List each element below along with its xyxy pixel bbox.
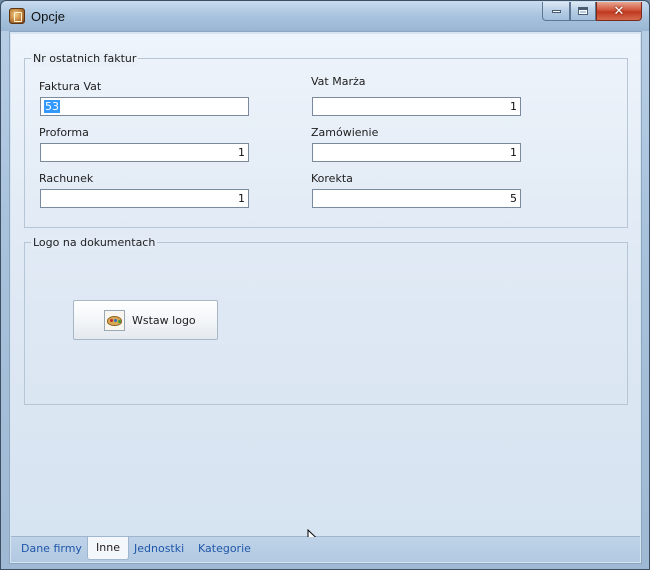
faktura-vat-label: Faktura Vat [39,80,102,93]
insert-logo-label: Wstaw logo [132,313,196,327]
faktura-vat-value: 53 [44,100,60,113]
faktura-vat-input[interactable]: 53 [40,97,249,116]
logo-group: Logo na dokumentach Wstaw logo [24,236,628,405]
invoice-numbers-legend: Nr ostatnich faktur [31,52,139,65]
proforma-label: Proforma [39,126,89,139]
tab-kategorie[interactable]: Kategorie [190,538,259,560]
zamowienie-label: Zamówienie [311,126,379,139]
zamowienie-input[interactable]: 1 [312,143,521,162]
palette-icon [104,310,125,331]
minimize-button[interactable] [542,2,570,21]
tab-inne[interactable]: Inne [87,537,129,560]
logo-legend: Logo na dokumentach [31,236,158,249]
invoice-numbers-group: Nr ostatnich faktur Faktura Vat 53 Vat M… [24,52,628,228]
rachunek-label: Rachunek [39,172,94,185]
maximize-button[interactable] [570,2,596,21]
palette-shape [107,315,122,326]
proforma-input[interactable]: 1 [40,143,249,162]
close-button[interactable]: ✕ [596,2,642,21]
window-title: Opcje [31,9,65,24]
tab-jednostki[interactable]: Jednostki [126,538,192,560]
close-icon: ✕ [613,3,625,19]
vat-marza-label: Vat Marża [311,75,366,88]
maximize-icon [578,7,588,15]
tab-panel-inne: Nr ostatnich faktur Faktura Vat 53 Vat M… [11,34,640,547]
vat-marza-input[interactable]: 1 [312,97,521,116]
insert-logo-button[interactable]: Wstaw logo [73,300,218,340]
minimize-icon [551,9,561,13]
tab-dane-firmy[interactable]: Dane firmy [13,538,90,560]
options-window: Opcje ✕ Nr ostatnich faktur Faktura Vat … [0,0,650,570]
title-bar[interactable]: Opcje ✕ [1,1,649,31]
tab-strip: Dane firmy Inne Jednostki Kategorie [11,537,640,562]
rachunek-input[interactable]: 1 [40,189,249,208]
app-icon[interactable] [9,8,25,24]
korekta-label: Korekta [311,172,353,185]
client-area: Nr ostatnich faktur Faktura Vat 53 Vat M… [9,31,642,564]
korekta-input[interactable]: 5 [312,189,521,208]
